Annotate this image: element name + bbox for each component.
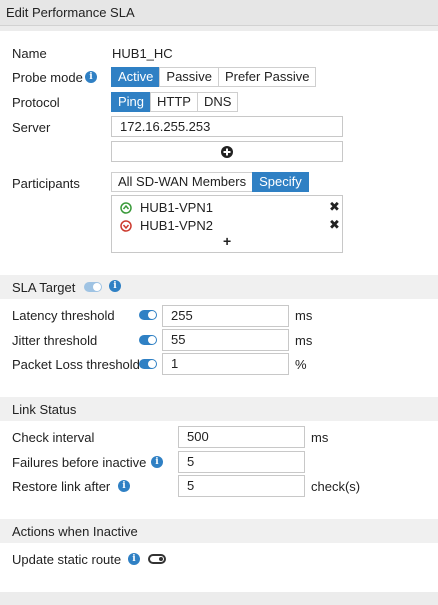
- remove-participant-icon[interactable]: ✖: [329, 200, 340, 213]
- restore-link-after-label: Restore link after: [12, 479, 111, 494]
- protocol-selector: Ping HTTP DNS: [111, 92, 239, 112]
- status-up-icon: [120, 202, 132, 214]
- probe-mode-prefer-passive[interactable]: Prefer Passive: [217, 67, 317, 87]
- restore-link-unit: check(s): [311, 479, 361, 494]
- participant-name: HUB1-VPN2: [140, 218, 213, 233]
- add-participant-button[interactable]: +: [223, 234, 231, 248]
- list-item: HUB1-VPN2: [120, 218, 330, 234]
- update-static-route-toggle[interactable]: [148, 554, 166, 564]
- remove-participant-icon[interactable]: ✖: [329, 218, 340, 231]
- add-server-button[interactable]: [111, 141, 343, 162]
- actions-heading: Actions when Inactive: [12, 524, 138, 539]
- jitter-unit: ms: [295, 333, 313, 348]
- jitter-threshold-label: Jitter threshold: [12, 333, 98, 348]
- info-icon[interactable]: i: [128, 553, 140, 565]
- participants-selector: All SD-WAN Members Specify: [111, 172, 309, 192]
- info-icon[interactable]: i: [85, 71, 97, 83]
- status-down-icon: [120, 220, 132, 232]
- probe-mode-active[interactable]: Active: [111, 67, 161, 87]
- info-icon[interactable]: i: [118, 480, 130, 492]
- protocol-ping[interactable]: Ping: [111, 92, 152, 112]
- name-value: HUB1_HC: [112, 46, 173, 61]
- check-interval-input[interactable]: 500: [178, 426, 305, 448]
- check-interval-label: Check interval: [12, 430, 95, 445]
- packet-loss-unit: %: [295, 357, 307, 372]
- protocol-label: Protocol: [12, 95, 60, 110]
- failures-before-inactive-input[interactable]: 5: [178, 451, 305, 473]
- protocol-http[interactable]: HTTP: [150, 92, 198, 112]
- jitter-threshold-toggle[interactable]: [139, 335, 157, 345]
- info-icon[interactable]: i: [109, 280, 121, 292]
- probe-mode-selector: Active Passive Prefer Passive: [111, 67, 317, 87]
- restore-link-after-input[interactable]: 5: [178, 475, 305, 497]
- sla-target-toggle[interactable]: [84, 282, 102, 292]
- participants-all-members[interactable]: All SD-WAN Members: [111, 172, 254, 192]
- probe-mode-label: Probe mode: [12, 70, 83, 85]
- plus-circle-icon: [221, 146, 233, 158]
- latency-threshold-label: Latency threshold: [12, 308, 115, 323]
- dialog-title: Edit Performance SLA: [6, 5, 135, 20]
- packet-loss-threshold-input[interactable]: 1: [162, 353, 289, 375]
- sla-target-heading: SLA Target: [12, 280, 76, 295]
- latency-threshold-input[interactable]: 255: [162, 305, 289, 327]
- update-static-route-label: Update static route: [12, 552, 122, 567]
- sla-target-header: SLA Target: [0, 275, 438, 299]
- probe-mode-passive[interactable]: Passive: [159, 67, 219, 87]
- packet-loss-threshold-toggle[interactable]: [139, 359, 157, 369]
- list-item: HUB1-VPN1: [120, 200, 330, 216]
- link-status-header: Link Status: [0, 397, 438, 421]
- packet-loss-threshold-label: Packet Loss threshold: [12, 357, 140, 372]
- failures-before-inactive-label: Failures before inactive: [12, 455, 147, 470]
- latency-threshold-toggle[interactable]: [139, 310, 157, 320]
- participants-label: Participants: [12, 176, 80, 191]
- participants-specify[interactable]: Specify: [252, 172, 309, 192]
- check-interval-unit: ms: [311, 430, 329, 445]
- participants-list: HUB1-VPN1 ✖ HUB1-VPN2 ✖ +: [111, 195, 343, 253]
- server-input[interactable]: 172.16.255.253: [111, 116, 343, 137]
- jitter-threshold-input[interactable]: 55: [162, 329, 289, 351]
- actions-header: Actions when Inactive: [0, 519, 438, 543]
- info-icon[interactable]: i: [151, 456, 163, 468]
- dialog-title-bar: Edit Performance SLA: [0, 0, 438, 26]
- protocol-dns[interactable]: DNS: [196, 92, 239, 112]
- link-status-heading: Link Status: [12, 402, 77, 417]
- participant-name: HUB1-VPN1: [140, 200, 213, 215]
- latency-unit: ms: [295, 308, 313, 323]
- name-label: Name: [12, 46, 47, 61]
- server-label: Server: [12, 120, 51, 135]
